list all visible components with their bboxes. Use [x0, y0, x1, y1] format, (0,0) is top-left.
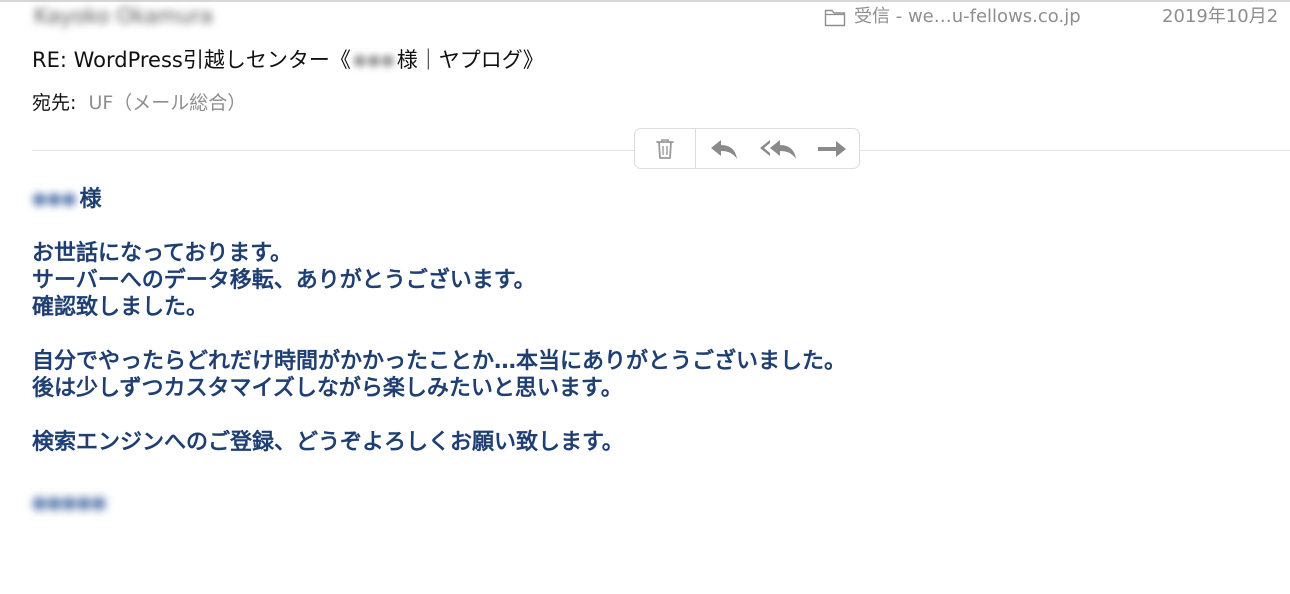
signature-redacted: ●●●●●: [32, 493, 107, 513]
body-line: 自分でやったらどれだけ時間がかかったことか…本当にありがとうございました。: [32, 349, 847, 374]
reply-icon: [710, 139, 737, 159]
message-subject: RE: WordPress引越しセンター《 ●●● 様｜ヤプログ》: [32, 46, 544, 74]
forward-button[interactable]: [805, 129, 859, 168]
reply-button[interactable]: [696, 129, 752, 168]
body-line: 確認致しました。: [32, 295, 209, 320]
body-line: 後は少しずつカスタマイズしながら楽しみたいと思います。: [32, 376, 623, 401]
body-line: お世話になっております。: [32, 241, 293, 266]
to-label: 宛先:: [32, 92, 77, 114]
greeting-line: ●●● 様: [32, 186, 1132, 213]
subject-suffix: 様｜ヤプログ》: [396, 48, 544, 72]
forward-icon: [818, 140, 847, 157]
trash-icon: [655, 138, 674, 159]
recipient-row: 宛先: UF（メール総合）: [32, 90, 246, 116]
message-actions-toolbar: [634, 128, 860, 169]
greeting-redacted-name: ●●●: [32, 189, 77, 209]
top-border: [0, 0, 1290, 2]
mailbox-name: 受信 - we…u-fellows.co.jp: [854, 6, 1081, 27]
body-line: 検索エンジンへのご登録、どうぞよろしくお願い致します。: [32, 430, 624, 455]
sender-name: Kayoko Okamura: [34, 4, 213, 28]
body-line: サーバーへのデータ移転、ありがとうございます。: [32, 268, 536, 293]
reply-all-button[interactable]: [751, 129, 805, 168]
folder-icon: [824, 9, 846, 27]
to-recipient[interactable]: UF（メール総合）: [88, 92, 246, 114]
message-date: 2019年10月2: [1162, 6, 1279, 27]
message-body: ●●● 様 お世話になっております。 サーバーへのデータ移転、ありがとうございます…: [32, 186, 1132, 456]
delete-button[interactable]: [635, 129, 696, 168]
subject-prefix: RE: WordPress引越しセンター《: [32, 48, 351, 72]
subject-redacted-name: ●●●: [352, 50, 395, 69]
mailbox-label[interactable]: 受信 - we…u-fellows.co.jp: [824, 6, 1081, 28]
reply-all-icon: [760, 139, 797, 159]
greeting-suffix: 様: [79, 187, 102, 212]
